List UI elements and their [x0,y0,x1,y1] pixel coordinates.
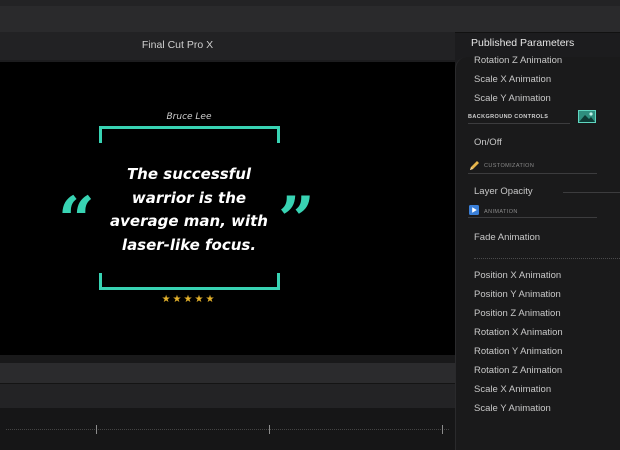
viewer-header: Final Cut Pro X [0,32,455,60]
app-title: Final Cut Pro X [141,39,214,51]
quote-bracket-top [99,126,280,143]
param-fade-animation[interactable]: Fade Animation [474,232,540,243]
param-rotation-x-animation[interactable]: Rotation X Animation [474,327,563,338]
param-layer-opacity[interactable]: Layer Opacity [474,186,533,197]
param-scale-y-animation[interactable]: Scale Y Animation [474,93,551,104]
open-quote-icon: “ [58,183,95,258]
timeline-header [0,383,455,408]
quote-author: Bruce Lee [166,112,212,122]
ruler-tick [269,425,270,434]
panel-divider [474,258,620,259]
param-position-z-animation[interactable]: Position Z Animation [474,308,561,319]
star-rating: ★★★★★ [161,294,217,305]
toolbar-strip [0,0,620,6]
section-background-controls: BACKGROUND CONTROLS [468,114,549,120]
opacity-slider-track[interactable] [563,192,620,193]
section-divider [468,123,570,124]
timeline-ruler[interactable] [0,408,455,450]
section-divider [468,217,597,218]
viewer-footer [0,355,455,363]
quote-bracket-bottom [99,273,280,290]
ruler-tick [96,425,97,434]
panel-title: Published Parameters [471,37,575,49]
param-position-y-animation[interactable]: Position Y Animation [474,289,561,300]
pencil-icon [470,161,479,170]
viewer-canvas[interactable]: Bruce Lee “ The successful warrior is th… [0,62,455,355]
param-rotation-z-animation-2[interactable]: Rotation Z Animation [474,365,562,376]
timeline-toolbar [0,363,455,383]
param-rotation-y-animation[interactable]: Rotation Y Animation [474,346,562,357]
close-quote-icon: ” [278,183,315,258]
param-rotation-z-animation[interactable]: Rotation Z Animation [474,55,562,66]
ruler-dots [6,429,449,431]
quote-text: The successful warrior is the average ma… [110,165,268,254]
param-scale-x-animation[interactable]: Scale X Animation [474,74,551,85]
param-on-off[interactable]: On/Off [474,137,502,148]
top-toolbar [0,0,620,33]
ruler-tick [442,425,443,434]
param-scale-x-animation-2[interactable]: Scale X Animation [474,384,551,395]
section-animation: ANIMATION [484,209,518,215]
param-position-x-animation[interactable]: Position X Animation [474,270,561,281]
play-icon [469,205,479,215]
param-scale-y-animation-2[interactable]: Scale Y Animation [474,403,551,414]
section-customization: CUSTOMIZATION [484,163,535,169]
image-icon[interactable] [578,110,596,123]
section-divider [468,173,597,174]
